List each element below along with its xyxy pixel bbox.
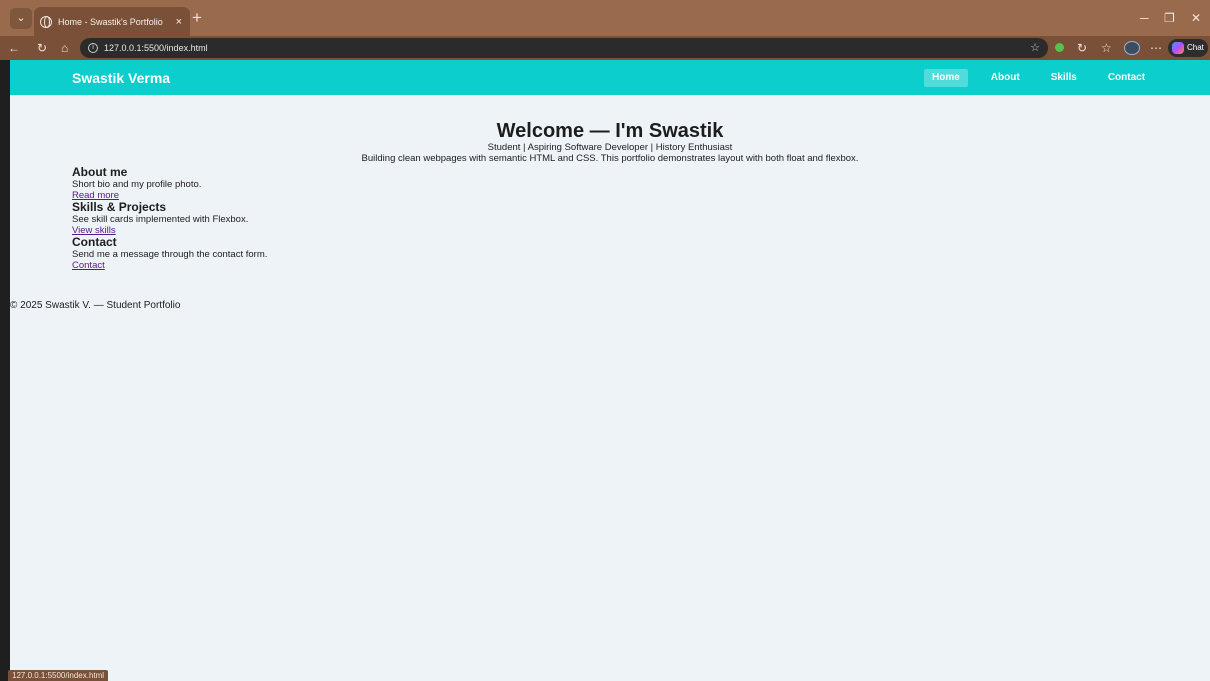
hero-tagline: Student | Aspiring Software Developer | … — [487, 142, 733, 153]
tab-actions-button[interactable]: ⌄ — [10, 8, 32, 29]
reload-icon[interactable]: ↻ — [37, 39, 47, 57]
nav-contact[interactable]: Contact — [1100, 69, 1153, 87]
site-header: Swastik Verma Home About Skills Contact — [10, 60, 1210, 95]
about-heading: About me — [72, 165, 128, 179]
skills-heading: Skills & Projects — [72, 200, 167, 214]
contact-section: Contact Send me a message through the co… — [72, 235, 1210, 272]
status-bar-url: 127.0.0.1:5500/index.html — [8, 670, 109, 681]
tab-close-button[interactable]: × — [176, 16, 182, 28]
browser-toolbar: ← ↻ ⌂ i 127.0.0.1:5500/index.html ☆ ↻ ☆ … — [0, 36, 1210, 60]
about-text: Short bio and my profile photo. — [72, 179, 202, 190]
contact-heading: Contact — [72, 235, 117, 249]
copilot-icon[interactable]: Chat — [1168, 39, 1208, 57]
tab-title: Home - Swastik's Portfolio — [58, 16, 163, 27]
section-list: About me Short bio and my profile photo.… — [72, 165, 1210, 272]
globe-icon — [40, 15, 52, 28]
page-viewport: Swastik Verma Home About Skills Contact … — [10, 60, 1210, 681]
skills-text: See skill cards implemented with Flexbox… — [72, 214, 249, 225]
nav-skills[interactable]: Skills — [1043, 69, 1085, 87]
restore-icon[interactable]: ❐ — [1164, 11, 1175, 25]
back-icon[interactable]: ← — [8, 39, 20, 57]
home-icon[interactable]: ⌂ — [61, 39, 68, 57]
address-url: 127.0.0.1:5500/index.html — [104, 43, 208, 53]
new-tab-button[interactable]: + — [192, 9, 202, 26]
browser-titlebar: ⌄ Home - Swastik's Portfolio × + ─ ❐ ✕ — [0, 0, 1210, 36]
address-bar[interactable]: i 127.0.0.1:5500/index.html ☆ — [80, 38, 1048, 58]
minimize-icon[interactable]: ─ — [1140, 11, 1149, 25]
extension-icon[interactable] — [1055, 43, 1064, 52]
profile-avatar[interactable] — [1124, 41, 1140, 55]
refresh-icon[interactable]: ↻ — [1077, 39, 1087, 57]
nav-home[interactable]: Home — [924, 69, 968, 87]
chevron-down-icon: ⌄ — [16, 12, 26, 24]
hero-title: Welcome — I'm Swastik — [496, 120, 724, 142]
hero-section: Welcome — I'm Swastik Student | Aspiring… — [10, 120, 1210, 164]
view-skills-link[interactable]: View skills — [72, 225, 1210, 236]
skills-section: Skills & Projects See skill cards implem… — [72, 200, 1210, 237]
site-brand: Swastik Verma — [72, 70, 171, 86]
about-section: About me Short bio and my profile photo.… — [72, 165, 1210, 202]
nav-about[interactable]: About — [983, 69, 1028, 87]
browser-tab-active[interactable]: Home - Swastik's Portfolio × — [34, 7, 190, 36]
star-icon[interactable]: ☆ — [1030, 38, 1040, 58]
favorites-icon[interactable]: ☆ — [1101, 39, 1112, 57]
site-footer: © 2025 Swastik V. — Student Portfolio — [10, 300, 181, 311]
more-icon[interactable]: ⋯ — [1150, 39, 1162, 57]
close-icon[interactable]: ✕ — [1191, 11, 1201, 25]
contact-text: Send me a message through the contact fo… — [72, 249, 268, 260]
contact-link[interactable]: Contact — [72, 260, 1210, 271]
hero-description: Building clean webpages with semantic HT… — [361, 153, 859, 164]
info-icon[interactable]: i — [88, 43, 98, 53]
read-more-link[interactable]: Read more — [72, 190, 1210, 201]
main-nav: Home About Skills Contact — [924, 69, 1168, 87]
